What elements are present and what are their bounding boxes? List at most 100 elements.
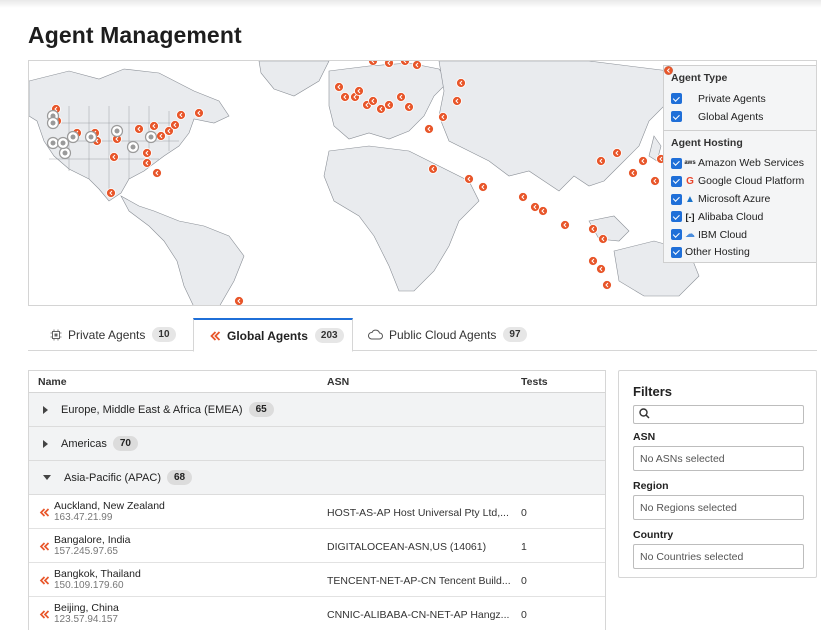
private-agent-marker xyxy=(126,140,140,154)
tab-private-agents[interactable]: Private Agents 10 xyxy=(34,318,184,351)
google-icon: G xyxy=(686,175,694,187)
country-filter-select[interactable]: No Countries selected xyxy=(633,544,804,569)
private-agent-marker xyxy=(84,130,98,144)
table-row[interactable]: Auckland, New Zealand 163.47.21.99 HOST-… xyxy=(29,495,605,529)
region-filter-select[interactable]: No Regions selected xyxy=(633,495,804,520)
table-row[interactable]: Beijing, China 123.57.94.157 CNNIC-ALIBA… xyxy=(29,597,605,630)
global-agent-marker xyxy=(106,188,116,198)
group-count-badge: 68 xyxy=(166,470,193,485)
global-agent-marker xyxy=(438,112,448,122)
agent-tests: 0 xyxy=(521,507,527,519)
tab-global-agents-label: Global Agents xyxy=(227,328,308,343)
legend-row-gcp[interactable]: G Google Cloud Platform xyxy=(671,172,810,190)
group-count-badge: 70 xyxy=(112,436,138,451)
private-agents-checkbox[interactable] xyxy=(671,93,682,105)
tab-public-cloud-agents-count: 97 xyxy=(503,327,527,342)
legend-row-alibaba[interactable]: [-] Alibaba Cloud xyxy=(671,208,810,226)
legend-row-private-agents[interactable]: Private Agents xyxy=(664,66,810,108)
global-agent-marker xyxy=(428,164,438,174)
asn-filter-label: ASN xyxy=(633,431,656,443)
tab-public-cloud-agents-label: Public Cloud Agents xyxy=(389,327,497,342)
global-agent-marker xyxy=(588,224,598,234)
cloud-icon xyxy=(368,329,383,340)
agent-tabs: Private Agents 10 Global Agents 203 Publ… xyxy=(28,318,817,352)
agent-city: Auckland, New Zealand xyxy=(54,500,165,512)
global-agent-marker xyxy=(596,156,606,166)
other-hosting-checkbox[interactable] xyxy=(671,246,682,258)
south-america-landmass xyxy=(120,195,245,305)
table-header: Name ASN Tests xyxy=(29,371,605,393)
group-label: Europe, Middle East & Africa (EMEA) xyxy=(61,403,243,416)
global-agent-marker xyxy=(396,92,406,102)
legend-row-azure[interactable]: ▲ Microsoft Azure xyxy=(671,190,810,208)
group-label: Americas xyxy=(61,437,107,450)
global-agent-marker xyxy=(109,152,119,162)
group-row-apac[interactable]: Asia-Pacific (APAC) 68 xyxy=(29,461,605,495)
group-row-emea[interactable]: Europe, Middle East & Africa (EMEA) 65 xyxy=(29,393,605,427)
column-header-tests[interactable]: Tests xyxy=(521,376,548,388)
column-header-asn[interactable]: ASN xyxy=(327,376,349,388)
global-agent-marker xyxy=(149,121,159,131)
ibm-cloud-icon: ☁ xyxy=(685,229,695,241)
filters-title: Filters xyxy=(633,384,673,399)
agent-asn: DIGITALOCEAN-ASN,US (14061) xyxy=(327,541,487,553)
global-agent-icon xyxy=(39,542,50,554)
agent-city: Beijing, China xyxy=(54,602,119,614)
legend-label-other-hosting: Other Hosting xyxy=(685,246,750,259)
gcp-checkbox[interactable] xyxy=(671,175,682,187)
tab-private-agents-count: 10 xyxy=(152,327,176,342)
africa-landmass xyxy=(323,145,480,292)
legend-row-other-hosting[interactable]: Other Hosting xyxy=(671,244,810,262)
legend-row-aws[interactable]: aws Amazon Web Services xyxy=(671,155,810,173)
legend-agent-type-title: Agent Type xyxy=(671,72,728,84)
agent-tests: 1 xyxy=(521,541,527,553)
global-agent-marker xyxy=(456,78,466,88)
agent-ip: 157.245.97.65 xyxy=(54,546,118,557)
global-agent-marker xyxy=(368,61,378,66)
global-agent-marker xyxy=(384,61,394,68)
asn-filter-select[interactable]: No ASNs selected xyxy=(633,446,804,471)
page-title: Agent Management xyxy=(28,22,242,48)
group-label: Asia-Pacific (APAC) xyxy=(64,471,161,484)
global-agent-marker xyxy=(170,120,180,130)
global-agent-marker xyxy=(340,92,350,102)
table-row[interactable]: Bangalore, India 157.245.97.65 DIGITALOC… xyxy=(29,529,605,563)
private-agent-icon xyxy=(664,66,695,104)
greenland-landmass xyxy=(258,61,330,97)
global-agent-marker xyxy=(142,158,152,168)
global-agents-checkbox[interactable] xyxy=(671,111,682,123)
collapse-caret-icon xyxy=(43,475,51,480)
private-agent-marker xyxy=(144,130,158,144)
ibm-checkbox[interactable] xyxy=(671,229,682,241)
private-agent-marker xyxy=(58,146,72,160)
aws-icon: aws xyxy=(684,160,696,167)
map-legend: Agent Type Private Agents Global Agents … xyxy=(663,65,816,263)
filters-panel: Filters ASN No ASNs selected Region No R… xyxy=(618,370,817,578)
global-agent-marker xyxy=(142,148,152,158)
table-row[interactable]: Bangkok, Thailand 150.109.179.60 TENCENT… xyxy=(29,563,605,597)
filter-search-input[interactable] xyxy=(633,405,804,424)
aws-checkbox[interactable] xyxy=(671,157,682,169)
global-agent-icon xyxy=(39,610,50,622)
global-agent-marker xyxy=(404,102,414,112)
legend-row-ibm[interactable]: ☁ IBM Cloud xyxy=(671,226,810,244)
alibaba-checkbox[interactable] xyxy=(671,211,682,223)
agent-asn: CNNIC-ALIBABA-CN-NET-AP Hangz... xyxy=(327,609,510,621)
private-agent-marker xyxy=(46,116,60,130)
group-row-americas[interactable]: Americas 70 xyxy=(29,427,605,461)
agent-world-map[interactable]: Agent Type Private Agents Global Agents … xyxy=(28,60,817,306)
global-agent-marker xyxy=(518,192,528,202)
global-agent-marker xyxy=(334,82,344,92)
global-agent-marker xyxy=(596,264,606,274)
global-agent-marker xyxy=(650,176,660,186)
top-shadow xyxy=(0,0,821,8)
tab-global-agents[interactable]: Global Agents 203 xyxy=(193,318,353,352)
column-header-name[interactable]: Name xyxy=(38,376,67,388)
global-agent-marker xyxy=(368,96,378,106)
azure-checkbox[interactable] xyxy=(671,193,682,205)
legend-label-gcp: Google Cloud Platform xyxy=(698,175,805,188)
legend-row-global-agents[interactable]: Global Agents xyxy=(664,66,810,126)
global-agent-marker xyxy=(530,202,540,212)
global-agent-marker xyxy=(234,296,244,305)
tab-public-cloud-agents[interactable]: Public Cloud Agents 97 xyxy=(366,318,546,351)
